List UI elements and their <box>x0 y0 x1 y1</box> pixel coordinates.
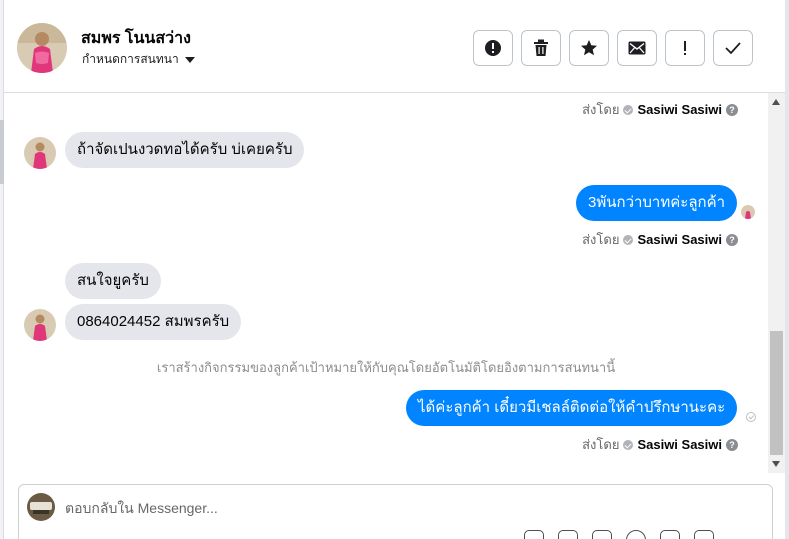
trash-icon <box>534 39 548 56</box>
message-bubble-incoming[interactable]: 0864024452 สมพรครับ <box>65 304 242 340</box>
seen-avatar <box>741 205 755 219</box>
sent-by-label: ส่งโดย <box>582 102 620 117</box>
checkmark-icon <box>725 42 741 55</box>
message-bubble-outgoing[interactable]: ได้ค่ะลูกค้า เดี๋ยวมีเชลล์ติดต่อให้คำปรึ… <box>406 390 738 426</box>
exclamation-icon <box>684 41 686 55</box>
conversation-header: สมพร โนนสว่าง กำหนดการสนทนา <box>4 0 785 93</box>
info-icon[interactable]: ? <box>726 233 738 246</box>
scroll-thumb[interactable] <box>770 331 783 455</box>
like-icon[interactable] <box>694 530 714 539</box>
tag-icon[interactable] <box>558 530 578 539</box>
thread-scrollbar[interactable] <box>768 93 785 473</box>
composer-toolbar <box>524 530 714 539</box>
scroll-up-arrow-icon[interactable] <box>772 99 780 105</box>
mark-unread-button[interactable] <box>617 30 657 66</box>
photo-icon[interactable] <box>592 530 612 539</box>
message-bubble-incoming[interactable]: ถ้าจัดเปนงวดทอได้ครับ บ่เคยครับ <box>65 132 305 168</box>
report-spam-button[interactable] <box>473 30 513 66</box>
page-verified-icon <box>623 234 634 245</box>
page-verified-icon <box>623 104 634 115</box>
contact-avatar-small[interactable] <box>24 137 56 169</box>
follow-up-button[interactable] <box>665 30 705 66</box>
sent-by-line: ส่งโดย Sasiwi Sasiwi ? <box>582 99 738 120</box>
scroll-down-arrow-icon[interactable] <box>772 461 780 467</box>
envelope-icon <box>628 41 646 55</box>
emoji-icon[interactable] <box>626 530 646 539</box>
contact-name[interactable]: สมพร โนนสว่าง <box>81 26 191 51</box>
sender-name[interactable]: Sasiwi Sasiwi <box>637 232 722 247</box>
sender-name[interactable]: Sasiwi Sasiwi <box>637 437 722 452</box>
right-panel-edge <box>785 0 789 539</box>
page-verified-icon <box>623 439 634 450</box>
message-bubble-outgoing[interactable]: 3พันกว่าบาทค่ะลูกค้า <box>576 185 738 221</box>
attach-icon[interactable] <box>524 530 544 539</box>
conversation-menu[interactable]: กำหนดการสนทนา <box>82 50 195 69</box>
star-button[interactable] <box>569 30 609 66</box>
sent-by-line: ส่งโดย Sasiwi Sasiwi ? <box>582 229 738 250</box>
page-avatar <box>27 493 55 521</box>
conversation-menu-label: กำหนดการสนทนา <box>82 52 179 66</box>
alert-circle-icon <box>485 40 501 56</box>
contact-avatar-small[interactable] <box>24 309 56 341</box>
header-toolbar <box>473 30 753 66</box>
mark-done-button[interactable] <box>713 30 753 66</box>
message-bubble-incoming[interactable]: สนใจยูครับ <box>65 263 161 299</box>
sent-by-label: ส่งโดย <box>582 232 620 247</box>
info-icon[interactable]: ? <box>726 438 738 451</box>
delete-button[interactable] <box>521 30 561 66</box>
reply-composer <box>18 484 773 539</box>
sent-by-label: ส่งโดย <box>582 437 620 452</box>
contact-avatar[interactable] <box>17 23 67 73</box>
star-icon <box>581 40 597 56</box>
saved-reply-icon[interactable] <box>660 530 680 539</box>
message-thread: ส่งโดย Sasiwi Sasiwi ? ถ้าจัดเปนงวดทอได้… <box>4 93 768 473</box>
sender-name[interactable]: Sasiwi Sasiwi <box>637 102 722 117</box>
sent-by-line: ส่งโดย Sasiwi Sasiwi ? <box>582 434 738 455</box>
sent-status-icon <box>746 412 756 422</box>
info-icon[interactable]: ? <box>726 103 738 116</box>
reply-input[interactable] <box>65 496 745 520</box>
system-note: เราสร้างกิจกรรมของลูกค้าเป้าหมายให้กับคุ… <box>156 360 616 375</box>
caret-down-icon <box>184 56 195 63</box>
